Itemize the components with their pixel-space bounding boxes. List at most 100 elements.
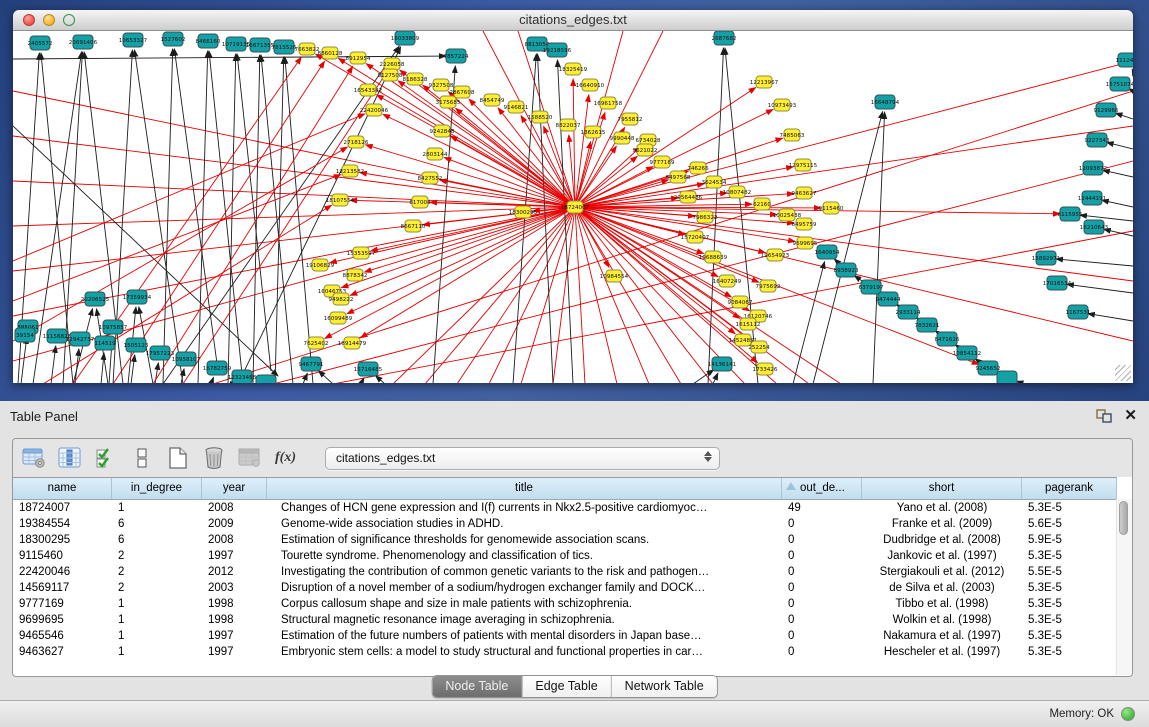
graph-node[interactable]: 252254 — [748, 341, 770, 353]
graph-node[interactable]: 16033809 — [391, 31, 420, 45]
graph-node[interactable]: 10688639 — [699, 251, 728, 263]
graph-node[interactable]: 12444191 — [1078, 191, 1107, 205]
network-window[interactable]: citations_edges.txt 2405572 20691406 10653… — [13, 10, 1133, 383]
graph-node[interactable]: 16099489 — [324, 312, 353, 324]
graph-node[interactable]: 6495759 — [792, 218, 817, 230]
graph-node[interactable]: 2803144 — [423, 148, 448, 160]
network-view-canvas[interactable]: 2405572206914061065332715276028466160107… — [13, 31, 1133, 383]
graph-node[interactable] — [997, 371, 1017, 383]
graph-node[interactable]: 15720407 — [681, 231, 710, 243]
graph-node[interactable]: 39154 — [15, 328, 35, 342]
graph-node[interactable]: 12093872 — [1079, 161, 1107, 175]
graph-node[interactable]: 8466160 — [196, 34, 221, 48]
graph-node[interactable]: 8667110 — [401, 220, 426, 232]
table-row[interactable]: 1830029562008Estimation of significance … — [13, 532, 1117, 548]
graph-node[interactable]: 17016534 — [1043, 276, 1072, 290]
column-header-year[interactable]: year — [202, 478, 267, 499]
graph-node[interactable]: 10984554 — [600, 270, 629, 282]
graph-node[interactable]: 7832621 — [915, 318, 940, 332]
graph-node[interactable]: 10973493 — [768, 99, 797, 111]
graph-node[interactable] — [256, 375, 276, 383]
graph-node[interactable]: 1112447 — [1116, 53, 1133, 67]
graph-node[interactable]: 1167531 — [1066, 305, 1091, 319]
graph-node[interactable]: 10854112 — [953, 346, 981, 360]
close-window-button[interactable] — [23, 14, 35, 26]
network-window-titlebar[interactable]: citations_edges.txt — [13, 10, 1133, 31]
graph-node[interactable]: 16407249 — [713, 275, 742, 287]
graph-node[interactable]: 18325419 — [559, 63, 588, 75]
table-row[interactable]: 946362711997Embryonic stem cells: a mode… — [13, 644, 1117, 660]
graph-node[interactable]: 17359934 — [123, 290, 152, 304]
table-row[interactable]: 946554611997Estimation of the future num… — [13, 628, 1117, 644]
graph-node[interactable]: 12323468 — [228, 370, 257, 383]
graph-node[interactable]: 1505123 — [124, 338, 149, 352]
graph-node[interactable]: 9127508 — [378, 69, 403, 81]
graph-node[interactable]: 8878342 — [343, 269, 368, 281]
row-height-icon[interactable] — [129, 446, 154, 470]
graph-node[interactable]: 10653327 — [119, 33, 148, 47]
tab-node-table[interactable]: Node Table — [432, 676, 522, 697]
function-builder-icon[interactable]: f(x) — [273, 446, 298, 470]
graph-node[interactable]: 2933114 — [896, 305, 921, 319]
column-header-in-degree[interactable]: in_degree — [112, 478, 202, 499]
graph-node[interactable]: 16961758 — [594, 97, 623, 109]
graph-node[interactable]: 12975115 — [789, 159, 818, 171]
graph-node[interactable]: 746266 — [687, 162, 709, 174]
graph-node[interactable]: 16640910 — [576, 79, 605, 91]
table-row[interactable]: 2242004622012Investigating the contribut… — [13, 564, 1117, 580]
graph-node[interactable]: 16671355 — [246, 38, 275, 52]
zoom-window-button[interactable] — [63, 14, 75, 26]
table-settings-icon[interactable] — [21, 446, 46, 470]
table-vertical-scrollbar[interactable] — [1116, 499, 1132, 675]
graph-node[interactable]: 8822037 — [556, 119, 581, 131]
graph-node[interactable]: 9115460 — [819, 202, 844, 214]
select-rows-icon[interactable] — [93, 446, 118, 470]
column-header-pagerank[interactable]: pagerank — [1022, 478, 1117, 499]
new-table-icon[interactable] — [165, 446, 190, 470]
close-panel-icon[interactable]: ✕ — [1124, 408, 1137, 424]
graph-node[interactable]: 15353597 — [347, 247, 376, 259]
network-graph[interactable]: 2405572206914061065332715276028466160107… — [13, 31, 1133, 383]
minimize-window-button[interactable] — [43, 14, 55, 26]
table-row[interactable]: 911546021997Tourette syndrome. Phenomeno… — [13, 548, 1117, 564]
graph-node[interactable]: 14136141 — [708, 357, 737, 371]
graph-node[interactable]: 20564486 — [674, 191, 703, 203]
graph-node[interactable]: 8471626 — [935, 332, 960, 346]
graph-node[interactable]: 8454749 — [480, 94, 505, 106]
show-columns-icon[interactable] — [57, 446, 82, 470]
tab-edge-table[interactable]: Edge Table — [522, 676, 611, 697]
table-row[interactable]: 1872400712008Changes of HCN gene express… — [13, 500, 1117, 516]
graph-node[interactable]: 7857224 — [444, 49, 469, 63]
tab-network-table[interactable]: Network Table — [612, 676, 717, 697]
graph-node[interactable]: 7986322 — [693, 211, 718, 223]
graph-node[interactable]: 62160 — [753, 198, 771, 210]
column-header-name[interactable]: name — [13, 478, 112, 499]
column-header-title[interactable]: title — [267, 478, 782, 499]
graph-node[interactable]: 6497568 — [666, 171, 691, 183]
graph-node[interactable]: 7815526 — [272, 40, 297, 54]
graph-node[interactable]: 19106829 — [306, 259, 335, 271]
graph-node[interactable]: 10958107 — [172, 352, 201, 366]
graph-node[interactable]: 20691406 — [69, 35, 98, 49]
graph-node[interactable]: 8115955 — [1058, 207, 1083, 221]
table-row[interactable]: 969969511998Structural magnetic resonanc… — [13, 612, 1117, 628]
float-window-icon[interactable] — [1096, 409, 1112, 423]
graph-node[interactable]: 9227343 — [1085, 133, 1110, 147]
graph-node[interactable]: 12213967 — [750, 76, 779, 88]
column-header-short[interactable]: short — [862, 478, 1022, 499]
graph-node[interactable]: 2687682 — [712, 31, 737, 45]
network-table-selector[interactable]: citations_edges.txt — [325, 447, 720, 470]
graph-node[interactable]: 2405572 — [28, 36, 53, 50]
graph-node[interactable]: 114519 — [94, 336, 116, 350]
graph-node[interactable]: 7975692 — [756, 280, 781, 292]
delete-table-icon[interactable] — [201, 446, 226, 470]
graph-node[interactable]: 8912954 — [346, 52, 371, 64]
graph-node[interactable]: 9129966 — [1094, 103, 1119, 117]
graph-node[interactable]: 7663822 — [295, 43, 320, 55]
graph-node[interactable]: 9463627 — [792, 187, 817, 199]
graph-node[interactable]: 9777169 — [650, 156, 675, 168]
graph-node[interactable]: 7485063 — [780, 129, 805, 141]
window-resize-grip[interactable] — [1115, 365, 1131, 381]
graph-node[interactable]: 16210643 — [1080, 220, 1109, 234]
graph-node[interactable]: 1640954 — [815, 245, 840, 259]
